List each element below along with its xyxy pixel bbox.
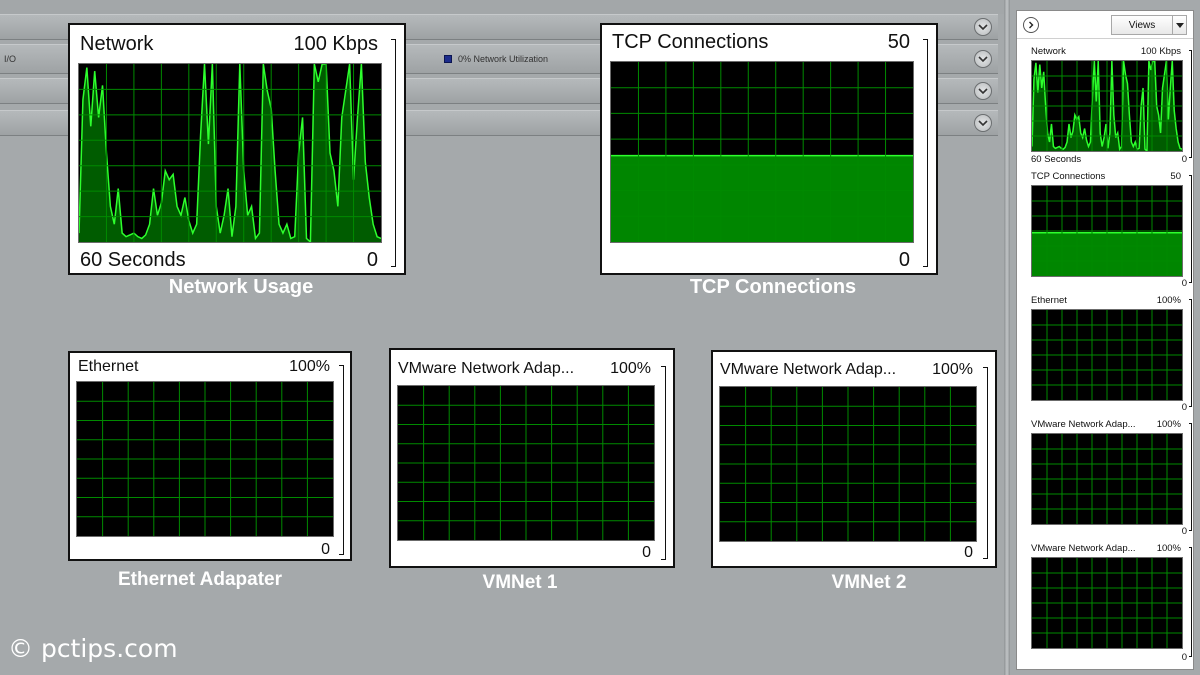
- ethernet-graph-panel: Ethernet 100% 0: [68, 351, 352, 561]
- scale-bracket: [1189, 547, 1192, 657]
- graph-title: Ethernet: [1031, 295, 1067, 306]
- scale-bracket: [1189, 299, 1192, 407]
- network-usage-graph: [78, 63, 382, 243]
- grid-lines: [77, 382, 333, 536]
- mini-tcp-graph: [1031, 185, 1183, 277]
- pane-splitter[interactable]: [1004, 0, 1010, 675]
- vmnet2-graph-panel: VMware Network Adap... 100% 0: [711, 350, 997, 568]
- graph-max: 100%: [932, 361, 973, 378]
- graph-min: 0: [366, 249, 378, 271]
- dropdown-arrow-icon[interactable]: [1172, 16, 1186, 34]
- scale-bracket: [661, 366, 666, 560]
- graph-title: TCP Connections: [1031, 171, 1106, 182]
- expand-button[interactable]: [1023, 17, 1039, 33]
- vmnet1-graph: [397, 385, 655, 541]
- sidebar-graph-network[interactable]: Network 100 Kbps 60 Seconds 0: [1017, 44, 1195, 168]
- scale-bracket: [923, 39, 928, 267]
- utilization-color-swatch: [444, 55, 452, 63]
- graph-max: 100 Kbps: [1140, 46, 1181, 57]
- graph-title: VMware Network Adap...: [1031, 419, 1136, 430]
- chevron-right-icon: [1029, 21, 1034, 29]
- chevron-down-icon[interactable]: [974, 18, 992, 36]
- mini-vmnet2-graph: [1031, 557, 1183, 649]
- grid-lines: [398, 386, 654, 540]
- graph-title: VMware Network Adap...: [720, 361, 897, 378]
- chevron-down-icon[interactable]: [974, 50, 992, 68]
- graph-max: 100%: [1156, 543, 1181, 554]
- caption-network-usage: Network Usage: [168, 276, 314, 298]
- graph-title: VMware Network Adap...: [398, 360, 575, 377]
- graph-min: 0: [642, 544, 651, 561]
- graph-max: 100%: [1156, 419, 1181, 430]
- watermark: © pctips.com: [8, 634, 178, 663]
- caption-vmnet1: VMNet 1: [482, 572, 558, 593]
- graph-min: 0: [898, 249, 910, 271]
- graph-min: 0: [321, 541, 330, 558]
- graph-time-span: 60 Seconds: [1031, 154, 1082, 165]
- top-strip: [0, 0, 1010, 14]
- sidebar-graph-ethernet[interactable]: Ethernet 100% 0: [1017, 293, 1195, 415]
- grid-lines: [1032, 434, 1182, 524]
- graph-title: Network: [1031, 46, 1066, 57]
- sidebar-toolbar: Views: [1017, 11, 1193, 39]
- views-label: Views: [1128, 19, 1156, 31]
- scale-bracket: [983, 367, 988, 559]
- tcp-connections-graph: [610, 61, 914, 243]
- graph-max: 100%: [1156, 295, 1181, 306]
- graph-title: Ethernet: [78, 358, 139, 375]
- graph-min: 0: [1181, 278, 1187, 289]
- chevron-down-icon[interactable]: [974, 82, 992, 100]
- graph-time-span: 60 Seconds: [80, 249, 186, 271]
- scale-bracket: [391, 39, 396, 267]
- vmnet2-graph: [719, 386, 977, 542]
- graph-min: 0: [1181, 652, 1187, 663]
- caption-tcp-connections: TCP Connections: [689, 276, 857, 298]
- graph-max: 100%: [610, 360, 651, 377]
- graph-max: 100%: [289, 358, 330, 375]
- tcp-graph-panel: TCP Connections 50 0: [600, 23, 938, 275]
- graph-max: 50: [1170, 171, 1181, 182]
- graph-title: VMware Network Adap...: [1031, 543, 1136, 554]
- graph-min: 0: [1181, 526, 1187, 537]
- caption-vmnet2: VMNet 2: [831, 572, 907, 593]
- scale-bracket: [339, 365, 344, 555]
- chevron-down-icon[interactable]: [974, 114, 992, 132]
- caption-ethernet: Ethernet Adapater: [118, 569, 282, 590]
- mini-network-graph: [1031, 60, 1183, 152]
- network-utilization-text: 0% Network Utilization: [458, 54, 549, 64]
- graph-title: TCP Connections: [612, 31, 769, 53]
- grid-lines: [720, 387, 976, 541]
- graph-title: Network: [80, 33, 154, 55]
- ethernet-graph: [76, 381, 334, 537]
- graph-max: 100 Kbps: [293, 33, 378, 55]
- scale-bracket: [1189, 423, 1192, 531]
- network-utilization-label: 0% Network Utilization: [444, 54, 548, 64]
- sidebar-graph-vmnet1[interactable]: VMware Network Adap... 100% 0: [1017, 417, 1195, 539]
- network-graph-panel: Network 100 Kbps 60 Seconds 0: [68, 23, 406, 275]
- grid-lines: [1032, 310, 1182, 400]
- mini-ethernet-graph: [1031, 309, 1183, 401]
- vmnet1-graph-panel: VMware Network Adap... 100% 0: [389, 348, 675, 568]
- views-dropdown[interactable]: Views: [1111, 15, 1187, 35]
- mini-vmnet1-graph: [1031, 433, 1183, 525]
- sidebar-graph-tcp[interactable]: TCP Connections 50 0: [1017, 169, 1195, 291]
- graph-max: 50: [887, 31, 910, 53]
- sidebar-graph-vmnet2[interactable]: VMware Network Adap... 100% 0: [1017, 541, 1195, 667]
- connections-fill: [611, 155, 913, 242]
- graph-min: 0: [964, 544, 973, 561]
- graph-min: 0: [1181, 402, 1187, 413]
- io-label: I/O: [4, 54, 17, 64]
- graph-min: 0: [1181, 154, 1187, 165]
- scale-bracket: [1189, 175, 1192, 283]
- scale-bracket: [1189, 50, 1192, 158]
- graph-sidebar: Views Network 100 Kbps 60 Seconds 0 TCP …: [1016, 10, 1194, 670]
- grid-lines: [1032, 558, 1182, 648]
